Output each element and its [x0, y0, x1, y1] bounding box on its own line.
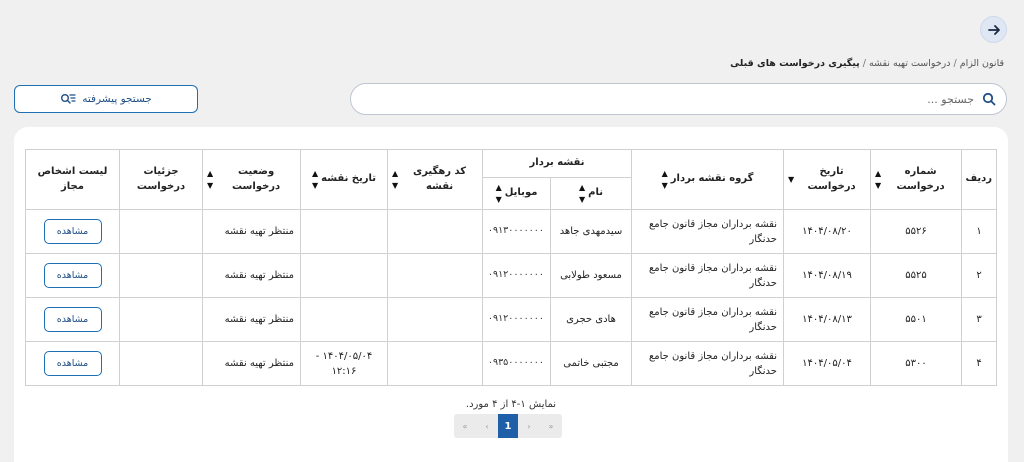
cell-tracking-code — [387, 253, 483, 298]
breadcrumb-separator: / — [953, 58, 957, 69]
cell-actions: مشاهده — [25, 297, 120, 342]
cell-details — [119, 253, 203, 298]
pager-page-current[interactable]: 1 — [498, 414, 518, 438]
cell-request-date: ۱۴۰۴/۰۸/۱۳ — [783, 297, 871, 342]
header-surveyor: نقشه بردار — [482, 149, 632, 178]
sort-icon: ▲ ▼ — [495, 182, 502, 204]
cell-map-date — [300, 297, 388, 342]
pager-prev-button[interactable]: ‹ — [476, 414, 498, 438]
cell-request-date: ۱۴۰۴/۰۵/۰۴ — [783, 341, 871, 386]
advanced-search-button[interactable]: جستجو پیشرفته — [14, 85, 198, 113]
arrow-right-icon — [987, 24, 1000, 35]
view-button[interactable]: مشاهده — [43, 307, 102, 332]
cell-status: منتظر تهیه نقشه — [202, 297, 301, 342]
sort-icon: ▲ ▼ — [579, 182, 586, 204]
sort-icon: ▲ ▼ — [207, 168, 214, 190]
header-request-date[interactable]: تاریخ درخواست ▼ — [783, 149, 871, 210]
advanced-search-label: جستجو پیشرفته — [82, 93, 152, 105]
header-surveyor-name[interactable]: نام ▲ ▼ — [550, 177, 632, 210]
cell-tracking-code — [387, 209, 483, 254]
cell-request-date: ۱۴۰۴/۰۸/۲۰ — [783, 209, 871, 254]
sort-desc-icon: ▼ — [788, 174, 795, 184]
cell-surveyor-mobile: ۰۹۳۵۰۰۰۰۰۰۰ — [482, 341, 551, 386]
pager-next-button[interactable]: › — [518, 414, 540, 438]
cell-surveyor-group: نقشه برداران مجاز قانون جامع حدنگار — [631, 209, 784, 254]
table-row: ۱ ۵۵۲۶ ۱۴۰۴/۰۸/۲۰ نقشه برداران مجاز قانو… — [25, 209, 997, 254]
cell-row: ۴ — [961, 341, 997, 386]
header-surveyor-group[interactable]: گروه نقشه بردار ▲ ▼ — [631, 149, 784, 210]
sort-icon: ▲ ▼ — [392, 168, 399, 190]
header-allowed-persons: لیست اشخاص مجاز — [25, 149, 120, 210]
cell-row: ۲ — [961, 253, 997, 298]
cell-actions: مشاهده — [25, 209, 120, 254]
pager-last-button[interactable]: » — [540, 414, 562, 438]
sort-icon: ▲ ▼ — [875, 168, 882, 190]
cell-surveyor-name: مسعود طولابی — [550, 253, 632, 298]
cell-surveyor-group: نقشه برداران مجاز قانون جامع حدنگار — [631, 341, 784, 386]
header-details: جزئیات درخواست — [119, 149, 203, 210]
cell-actions: مشاهده — [25, 341, 120, 386]
cell-surveyor-name: هادی حجری — [550, 297, 632, 342]
cell-surveyor-mobile: ۰۹۱۲۰۰۰۰۰۰۰ — [482, 297, 551, 342]
header-row-number: ردیف — [961, 149, 997, 210]
sort-icon: ▲ ▼ — [311, 168, 319, 190]
breadcrumb-current: پیگیری درخواست های قبلی — [730, 58, 860, 69]
breadcrumb: قانون الزام/درخواست تهیه نقشه/پیگیری درخ… — [730, 58, 1004, 69]
cell-surveyor-name: مجتبی خاتمی — [550, 341, 632, 386]
breadcrumb-item-law[interactable]: قانون الزام — [960, 58, 1004, 69]
cell-request-number: ۵۳۰۰ — [870, 341, 962, 386]
header-surveyor-mobile[interactable]: موبایل ▲ ▼ — [482, 177, 551, 210]
cell-actions: مشاهده — [25, 253, 120, 298]
view-button[interactable]: مشاهده — [43, 351, 102, 376]
search-icon[interactable] — [982, 92, 996, 106]
cell-details — [119, 341, 203, 386]
breadcrumb-item-map-request[interactable]: درخواست تهیه نقشه — [869, 58, 951, 69]
cell-request-date: ۱۴۰۴/۰۸/۱۹ — [783, 253, 871, 298]
cell-surveyor-mobile: ۰۹۱۳۰۰۰۰۰۰۰ — [482, 209, 551, 254]
cell-map-date — [300, 253, 388, 298]
pagination-summary: نمایش ۱-۴ از ۴ مورد. — [465, 399, 557, 410]
cell-map-date: ۱۴۰۴/۰۵/۰۴ - ۱۲:۱۶ — [300, 341, 388, 386]
cell-request-number: ۵۵۲۶ — [870, 209, 962, 254]
cell-row: ۳ — [961, 297, 997, 342]
sort-icon: ▲ ▼ — [661, 168, 668, 190]
header-status[interactable]: وضعیت درخواست ▲ ▼ — [202, 149, 301, 210]
table-row: ۴ ۵۳۰۰ ۱۴۰۴/۰۵/۰۴ نقشه برداران مجاز قانو… — [25, 341, 997, 386]
cell-status: منتظر تهیه نقشه — [202, 253, 301, 298]
cell-request-number: ۵۵۰۱ — [870, 297, 962, 342]
search-input[interactable] — [361, 92, 982, 106]
requests-table: ردیف شماره درخواست ▲ ▼ تاریخ درخواست ▼ گروه… — [25, 149, 997, 386]
header-tracking-code[interactable]: کد رهگیری نقشه ▲ ▼ — [387, 149, 483, 210]
cell-map-date — [300, 209, 388, 254]
cell-surveyor-group: نقشه برداران مجاز قانون جامع حدنگار — [631, 297, 784, 342]
view-button[interactable]: مشاهده — [43, 263, 102, 288]
cell-row: ۱ — [961, 209, 997, 254]
table-row: ۲ ۵۵۲۵ ۱۴۰۴/۰۸/۱۹ نقشه برداران مجاز قانو… — [25, 253, 997, 298]
header-map-date[interactable]: تاریخ نقشه ▲ ▼ — [300, 149, 388, 210]
cell-details — [119, 297, 203, 342]
breadcrumb-separator: / — [862, 58, 866, 69]
cell-tracking-code — [387, 297, 483, 342]
cell-status: منتظر تهیه نقشه — [202, 209, 301, 254]
cell-request-number: ۵۵۲۵ — [870, 253, 962, 298]
table-row: ۳ ۵۵۰۱ ۱۴۰۴/۰۸/۱۳ نقشه برداران مجاز قانو… — [25, 297, 997, 342]
pagination: « ‹ 1 › » — [454, 414, 562, 438]
cell-details — [119, 209, 203, 254]
pager-first-button[interactable]: « — [454, 414, 476, 438]
view-button[interactable]: مشاهده — [43, 219, 102, 244]
cell-status: منتظر تهیه نقشه — [202, 341, 301, 386]
cell-tracking-code — [387, 341, 483, 386]
cell-surveyor-mobile: ۰۹۱۲۰۰۰۰۰۰۰ — [482, 253, 551, 298]
cell-surveyor-group: نقشه برداران مجاز قانون جامع حدنگار — [631, 253, 784, 298]
advanced-search-icon — [61, 93, 76, 104]
header-request-number[interactable]: شماره درخواست ▲ ▼ — [870, 149, 962, 210]
cell-surveyor-name: سیدمهدی جاهد — [550, 209, 632, 254]
search-box — [350, 83, 1007, 115]
back-button[interactable] — [980, 16, 1007, 43]
results-card: ردیف شماره درخواست ▲ ▼ تاریخ درخواست ▼ گروه… — [14, 127, 1008, 462]
